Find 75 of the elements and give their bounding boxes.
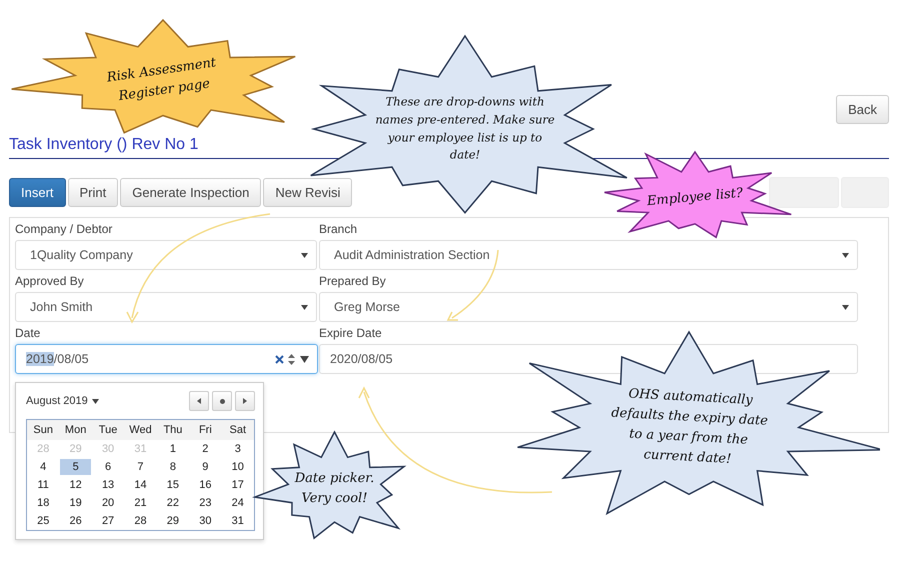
- calendar-day[interactable]: 3: [222, 441, 253, 457]
- caret-icon[interactable]: [300, 356, 309, 362]
- calendar-day[interactable]: 21: [125, 495, 156, 511]
- calendar-day[interactable]: 1: [158, 441, 188, 457]
- field-label: Branch: [319, 222, 358, 236]
- month-label[interactable]: August 2019: [26, 395, 88, 407]
- toolbar-button[interactable]: Print: [68, 178, 118, 207]
- calendar-day[interactable]: 14: [125, 477, 156, 493]
- weekday-label: Sat: [222, 420, 254, 440]
- callout-text: These are drop-downs with names pre-entered. Make sure your employee list is up to date!: [374, 93, 556, 164]
- calendar-day[interactable]: 20: [92, 495, 124, 511]
- callout-text: OHS automatically defaults the expiry date to a year from the current date!: [610, 385, 770, 469]
- calendar-day[interactable]: 6: [92, 459, 124, 475]
- right-triangle-icon: [243, 398, 247, 404]
- field-label: Date: [15, 326, 42, 340]
- calendar-day[interactable]: 12: [60, 477, 91, 493]
- callout-text: Employee list?: [645, 184, 744, 211]
- weekday-label: Tue: [92, 420, 124, 440]
- calendar-day[interactable]: 29: [158, 513, 188, 529]
- spinner-icon[interactable]: [288, 354, 295, 364]
- calendar-day[interactable]: 2: [190, 441, 221, 457]
- callout-text: Risk Assessment Register page: [105, 54, 218, 106]
- weekday-label: Sun: [27, 420, 60, 440]
- calendar-day[interactable]: 16: [190, 477, 221, 493]
- calendar-day[interactable]: 28: [125, 513, 156, 529]
- toolbar-button[interactable]: Generate Inspection: [120, 178, 262, 207]
- calendar-day[interactable]: 17: [222, 477, 253, 493]
- date-field[interactable]: 2019/08/05: [15, 344, 318, 374]
- dropdown-field[interactable]: Greg Morse: [319, 292, 858, 322]
- today-button[interactable]: [212, 391, 232, 411]
- calendar-day[interactable]: 30: [190, 513, 221, 529]
- calendar-day[interactable]: 22: [158, 495, 188, 511]
- weekday-label: Fri: [189, 420, 222, 440]
- calendar-day[interactable]: 5: [60, 459, 91, 475]
- calendar-day[interactable]: 25: [28, 513, 58, 529]
- calendar-day[interactable]: 9: [190, 459, 221, 475]
- toolbar-button[interactable]: New Revisi: [263, 178, 352, 207]
- calendar-day[interactable]: 7: [125, 459, 156, 475]
- calendar-day[interactable]: 19: [60, 495, 91, 511]
- dropdown-field[interactable]: John Smith: [15, 292, 317, 322]
- next-button[interactable]: [235, 391, 255, 411]
- field-label: Prepared By: [319, 274, 387, 288]
- caret-icon: [92, 398, 99, 404]
- calendar-day[interactable]: 8: [158, 459, 188, 475]
- weekday-label: Mon: [59, 420, 92, 440]
- dot-icon: [220, 398, 224, 404]
- calendar-day[interactable]: 23: [190, 495, 221, 511]
- previous-button[interactable]: [189, 391, 209, 411]
- dropdown-field[interactable]: 1Quality Company: [15, 240, 317, 270]
- calendar-day[interactable]: 26: [60, 513, 91, 529]
- calendar-day[interactable]: 24: [222, 495, 253, 511]
- toolbar-button[interactable]: Insert: [9, 178, 66, 207]
- calendar-day[interactable]: 4: [28, 459, 58, 475]
- curved-arrow: [447, 249, 499, 321]
- caret-icon: [842, 304, 849, 310]
- left-triangle-icon: [197, 398, 201, 404]
- calendar-day[interactable]: 11: [28, 477, 58, 493]
- field-label: Approved By: [15, 274, 85, 288]
- caret-icon: [301, 304, 308, 310]
- calendar-day[interactable]: 15: [158, 477, 188, 493]
- back-button[interactable]: Back: [836, 95, 889, 124]
- calendar-day[interactable]: 13: [92, 477, 124, 493]
- caret-icon: [301, 252, 308, 258]
- clear-icon[interactable]: [275, 354, 284, 364]
- calendar-day[interactable]: 18: [28, 495, 58, 511]
- weekday-label: Thu: [156, 420, 190, 440]
- caret-icon: [842, 252, 849, 258]
- weekday-label: Wed: [124, 420, 157, 440]
- field-label: Expire Date: [319, 326, 383, 340]
- calendar-day[interactable]: 10: [222, 459, 253, 475]
- calendar-day[interactable]: 27: [92, 513, 124, 529]
- callout-text: Date picker. Very cool!: [294, 470, 376, 508]
- calendar-day[interactable]: 31: [222, 513, 253, 529]
- dropdown-field[interactable]: Audit Administration Section: [319, 240, 858, 270]
- field-label: Company / Debtor: [15, 222, 114, 236]
